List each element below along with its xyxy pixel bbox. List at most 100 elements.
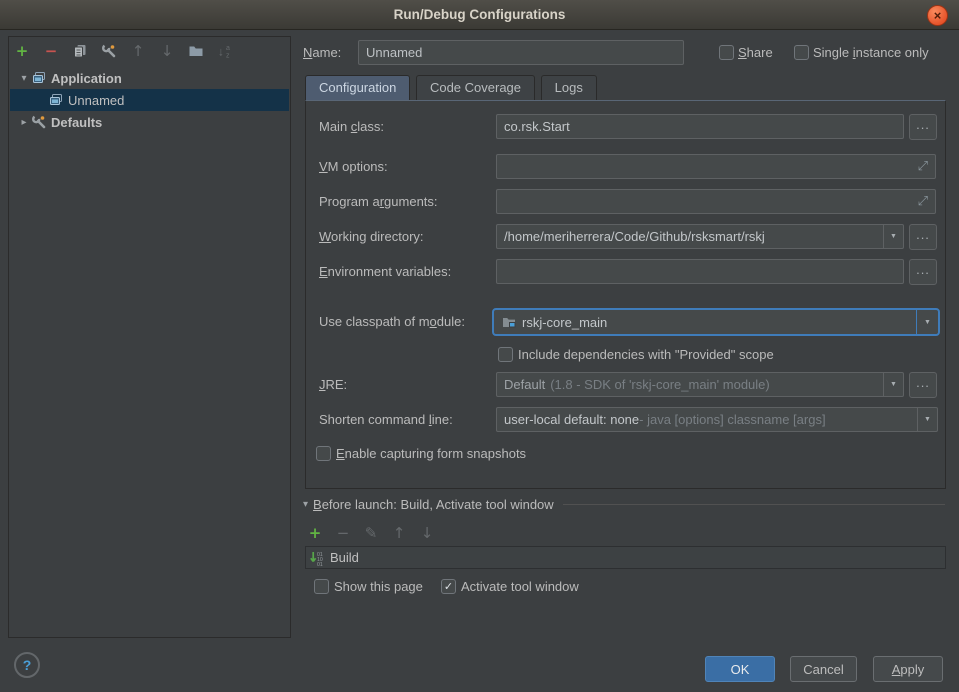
chevron-down-icon[interactable]: ▾ bbox=[303, 499, 308, 510]
chevron-right-icon[interactable]: ▸ bbox=[17, 117, 31, 128]
edit-task-button[interactable]: ✎ bbox=[362, 524, 380, 542]
tab-code-coverage[interactable]: Code Coverage bbox=[416, 75, 535, 100]
vm-options-label: VM options: bbox=[319, 154, 388, 179]
task-move-up-button[interactable]: ↑ bbox=[390, 524, 408, 542]
expand-editor-icon[interactable]: ⤢ bbox=[918, 194, 928, 209]
module-icon bbox=[501, 314, 517, 330]
program-arguments-field[interactable]: ⤢ bbox=[496, 189, 936, 214]
name-input[interactable] bbox=[358, 40, 684, 65]
use-classpath-label: Use classpath of module: bbox=[319, 309, 465, 334]
environment-variables-field[interactable] bbox=[496, 259, 904, 284]
share-checkbox[interactable] bbox=[719, 45, 734, 60]
tree-group-label: Defaults bbox=[51, 115, 102, 130]
environment-variables-browse-button[interactable]: ... bbox=[909, 259, 937, 285]
svg-text:z: z bbox=[226, 53, 230, 60]
activate-tool-window-label: Activate tool window bbox=[461, 574, 579, 599]
activate-tool-window-checkbox[interactable]: ✓ bbox=[441, 579, 456, 594]
working-directory-browse-button[interactable]: ... bbox=[909, 224, 937, 250]
show-this-page-label: Show this page bbox=[334, 574, 423, 599]
configurations-sidebar: + − ↑ ↓ bbox=[8, 36, 291, 638]
tree-group-defaults[interactable]: ▸ Defaults bbox=[10, 111, 289, 133]
single-instance-label: Single instance only bbox=[813, 40, 929, 65]
add-icon: + bbox=[309, 526, 322, 541]
working-directory-combo[interactable]: /home/meriherrera/Code/Github/rsksmart/r… bbox=[496, 224, 904, 249]
tree-group-application[interactable]: ▾ Application bbox=[10, 67, 289, 89]
working-directory-label: Working directory: bbox=[319, 224, 424, 249]
sort-configurations-button[interactable]: ↓ a z bbox=[216, 42, 234, 60]
svg-text:a: a bbox=[226, 45, 230, 52]
sort-az-icon: ↓ a z bbox=[217, 43, 233, 59]
arrow-up-icon: ↑ bbox=[393, 526, 406, 541]
tree-item-unnamed[interactable]: Unnamed bbox=[10, 89, 289, 111]
chevron-down-icon[interactable]: ▾ bbox=[17, 73, 31, 84]
dropdown-arrow-icon[interactable]: ▼ bbox=[917, 408, 937, 431]
window-title: Run/Debug Configurations bbox=[0, 0, 959, 30]
show-this-page-checkbox[interactable] bbox=[314, 579, 329, 594]
before-launch-task-build[interactable]: 01 10 01 Build bbox=[305, 546, 946, 569]
single-instance-checkbox[interactable] bbox=[794, 45, 809, 60]
arrow-down-icon: ↓ bbox=[161, 44, 174, 59]
cancel-button[interactable]: Cancel bbox=[790, 656, 857, 682]
shorten-command-line-combo[interactable]: user-local default: none - java [options… bbox=[496, 407, 938, 432]
apply-button[interactable]: Apply bbox=[873, 656, 943, 682]
jre-browse-button[interactable]: ... bbox=[909, 372, 937, 398]
arrow-down-icon: ↓ bbox=[421, 526, 434, 541]
svg-text:↓: ↓ bbox=[218, 45, 224, 59]
folder-icon bbox=[188, 43, 204, 59]
tree-item-label: Unnamed bbox=[68, 93, 124, 108]
task-move-down-button[interactable]: ↓ bbox=[418, 524, 436, 542]
remove-task-button[interactable]: − bbox=[334, 524, 352, 542]
dropdown-arrow-icon[interactable]: ▼ bbox=[883, 373, 903, 396]
application-icon bbox=[31, 70, 47, 86]
share-label: Share bbox=[738, 40, 773, 65]
wrench-icon bbox=[31, 114, 47, 130]
move-down-button[interactable]: ↓ bbox=[158, 42, 176, 60]
ok-button[interactable]: OK bbox=[705, 656, 775, 682]
name-label: Name: bbox=[303, 40, 341, 65]
add-icon: + bbox=[16, 44, 29, 59]
add-configuration-button[interactable]: + bbox=[13, 42, 31, 60]
program-arguments-label: Program arguments: bbox=[319, 189, 438, 214]
remove-icon: − bbox=[45, 44, 58, 59]
jre-label: JRE: bbox=[319, 372, 347, 397]
tab-logs[interactable]: Logs bbox=[541, 75, 597, 100]
configuration-tab-panel: Main class: co.rsk.Start ... VM options:… bbox=[305, 100, 946, 489]
main-class-browse-button[interactable]: ... bbox=[909, 114, 937, 140]
build-task-label: Build bbox=[330, 550, 359, 565]
copy-icon bbox=[72, 43, 88, 59]
help-icon: ? bbox=[23, 657, 32, 673]
use-classpath-combo[interactable]: rskj-core_main ▼ bbox=[492, 308, 940, 336]
sidebar-toolbar: + − ↑ ↓ bbox=[13, 40, 234, 62]
dropdown-arrow-icon[interactable]: ▼ bbox=[883, 225, 903, 248]
capture-snapshots-checkbox[interactable] bbox=[316, 446, 331, 461]
include-provided-checkbox[interactable] bbox=[498, 347, 513, 362]
main-class-field[interactable]: co.rsk.Start bbox=[496, 114, 904, 139]
build-icon: 01 10 01 bbox=[310, 550, 326, 566]
tab-configuration[interactable]: Configuration bbox=[305, 75, 410, 100]
expand-editor-icon[interactable]: ⤢ bbox=[918, 159, 928, 174]
before-launch-title: Before launch: Build, Activate tool wind… bbox=[313, 497, 554, 512]
pencil-icon: ✎ bbox=[365, 526, 378, 541]
jre-combo[interactable]: Default (1.8 - SDK of 'rskj-core_main' m… bbox=[496, 372, 904, 397]
vm-options-field[interactable]: ⤢ bbox=[496, 154, 936, 179]
edit-defaults-button[interactable] bbox=[100, 42, 118, 60]
shorten-hint: - java [options] classname [args] bbox=[639, 412, 825, 427]
application-icon bbox=[48, 92, 64, 108]
move-up-button[interactable]: ↑ bbox=[129, 42, 147, 60]
tree-group-label: Application bbox=[51, 71, 122, 86]
dropdown-arrow-icon[interactable]: ▼ bbox=[916, 310, 938, 334]
tab-bar: Configuration Code Coverage Logs bbox=[305, 75, 599, 100]
svg-text:01: 01 bbox=[317, 562, 323, 566]
add-task-button[interactable]: + bbox=[306, 524, 324, 542]
before-launch-section: ▾ Before launch: Build, Activate tool wi… bbox=[303, 493, 945, 515]
copy-configuration-button[interactable] bbox=[71, 42, 89, 60]
close-icon: × bbox=[934, 8, 942, 23]
create-folder-button[interactable] bbox=[187, 42, 205, 60]
help-button[interactable]: ? bbox=[14, 652, 40, 678]
before-launch-toolbar: + − ✎ ↑ ↓ bbox=[306, 524, 436, 542]
main-class-label: Main class: bbox=[319, 114, 384, 139]
separator-line bbox=[563, 504, 945, 505]
remove-configuration-button[interactable]: − bbox=[42, 42, 60, 60]
close-button[interactable]: × bbox=[927, 5, 948, 26]
environment-variables-label: Environment variables: bbox=[319, 259, 451, 284]
